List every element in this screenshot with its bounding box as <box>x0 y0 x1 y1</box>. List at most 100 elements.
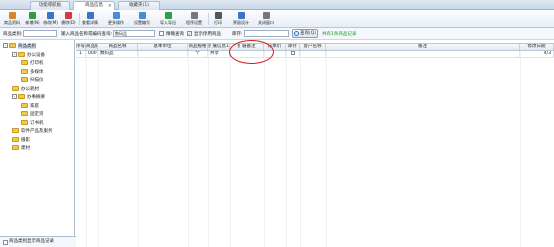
grid-line <box>300 51 301 247</box>
folder-icon <box>9 43 16 48</box>
stock-checkbox[interactable] <box>290 51 295 55</box>
folder-icon <box>18 51 25 57</box>
toolbar-button-label: 设置编号 <box>134 20 150 25</box>
tree-node[interactable]: 多媒体 <box>21 68 44 76</box>
edit-button[interactable]: 修改(M) <box>42 11 59 27</box>
more-icon <box>112 12 120 19</box>
annotation-circle <box>229 40 274 64</box>
tree-node-label: 办事摘要 <box>27 95 45 100</box>
category-tree: - 商品类别 - 办公设备 打印机 多媒体 扫描仪 办公耗材 - 办事摘要 家庭 固定资 订书机 软件产品… <box>0 40 75 236</box>
tree-node[interactable]: 扫描仪 <box>21 77 44 84</box>
tree-node[interactable]: 办公耗材 <box>12 85 39 93</box>
tree-node[interactable]: 订书机 <box>21 119 44 127</box>
show-records-checkbox[interactable] <box>3 240 8 245</box>
query-button[interactable]: 查询(Q) <box>292 29 318 38</box>
view-button[interactable]: 查看详情 <box>78 11 102 27</box>
table-cell <box>286 51 300 57</box>
toolbar-button-label: 程序设置 <box>186 20 202 25</box>
grid-line <box>86 51 87 247</box>
show-disabled-checkbox[interactable]: ✓ <box>187 31 192 36</box>
column-header[interactable]: 扩展信息1 <box>208 44 230 50</box>
close-tab-icon[interactable]: × <box>108 2 112 10</box>
grid-line <box>138 51 139 247</box>
table-cell: 共享 <box>208 51 230 57</box>
tree-node[interactable]: 建材 <box>12 145 30 152</box>
tree-node-label: 打印机 <box>30 61 44 66</box>
tree-node-label: 多媒体 <box>30 69 44 75</box>
toolbar: 商品资料 新增(N) 修改(M) 删除(D) 查看详情 更多操作 设置编号 导入导出 程序设置 打… <box>0 10 554 28</box>
table-cell: 数码品 <box>98 51 138 57</box>
exact-query-checkbox[interactable] <box>159 31 164 36</box>
column-header[interactable]: 库存 <box>286 44 300 50</box>
tree-node[interactable]: 家庭 <box>21 102 39 110</box>
delete-button[interactable]: 删除(D) <box>60 11 77 27</box>
tree-node[interactable]: 软件产品及服务 <box>12 128 53 135</box>
column-header[interactable]: 商品规格 <box>188 44 208 50</box>
import-export-button[interactable]: 导入导出 <box>156 11 180 27</box>
close-window-icon <box>262 12 270 19</box>
product-grid: 序号商品编码商品名称基本单位商品规格扩展信息1扩展备注成本价库存客户名称备注修改… <box>76 40 554 247</box>
column-header[interactable]: 客户名称 <box>300 44 326 50</box>
column-header[interactable]: 基本单位 <box>138 44 188 50</box>
grid-line <box>264 51 265 247</box>
tree-node-label: 订书机 <box>30 120 44 126</box>
column-header[interactable]: 备注 <box>326 44 520 50</box>
print-button[interactable]: 打印 <box>208 11 228 27</box>
column-header[interactable]: 序号 <box>76 44 86 50</box>
tree-node-label: 建材 <box>21 146 30 151</box>
table-row[interactable]: 10001数码品 个共享 4/3 <box>76 51 554 58</box>
add-icon <box>29 12 36 19</box>
tab-favorites[interactable]: 收藏夹(1) <box>118 1 160 10</box>
column-header[interactable]: 修改日期 <box>520 44 554 50</box>
close-window-button[interactable]: 关闭窗口 <box>254 11 278 27</box>
tree-node[interactable]: - 办公设备 <box>12 51 45 59</box>
column-header[interactable]: 商品名称 <box>98 44 138 50</box>
toolbar-button-label: 删除(D) <box>61 20 76 25</box>
design-button[interactable]: 界面设计 <box>230 11 252 27</box>
tree-node[interactable]: - 办事摘要 <box>12 94 45 101</box>
category-label: 商品类别: <box>3 32 23 37</box>
toolbar-button-label: 导入导出 <box>160 20 176 25</box>
search-input[interactable]: 数码品 <box>113 30 155 37</box>
query-button-label: 查询(Q) <box>300 31 317 36</box>
product-button[interactable]: 商品资料 <box>2 11 22 27</box>
tree-footer-label: 商品类别显示商品记录 <box>9 239 54 244</box>
search-value: 数码品 <box>115 31 127 36</box>
stock-label: 库存: <box>232 32 243 37</box>
delete-icon <box>65 12 72 19</box>
tab-bar: 功能導航板 商品信息 × 收藏夹(1) <box>0 0 554 11</box>
folder-icon <box>21 77 28 82</box>
toolbar-button-label: 修改(M) <box>43 20 58 25</box>
collapse-icon[interactable]: - <box>12 94 17 99</box>
collapse-icon[interactable]: - <box>3 43 8 48</box>
category-select[interactable] <box>23 30 57 37</box>
table-cell <box>326 51 520 57</box>
number-icon <box>138 12 146 19</box>
tree-node[interactable]: 打印机 <box>21 60 44 67</box>
tree-node-label: 办公设备 <box>27 52 45 58</box>
settings-icon <box>190 12 198 19</box>
search-label: 输入商品名称或编码查询: <box>61 32 113 37</box>
number-button[interactable]: 设置编号 <box>130 11 154 27</box>
tree-node[interactable]: 固定资 <box>21 111 44 118</box>
collapse-icon[interactable]: - <box>12 51 17 57</box>
tree-node-label: 办公耗材 <box>21 86 39 92</box>
more-button[interactable]: 更多操作 <box>104 11 128 27</box>
settings-button[interactable]: 程序设置 <box>182 11 206 27</box>
show-disabled-label: 显示停用商品 <box>194 32 221 37</box>
tree-node[interactable]: 摄影 <box>12 136 30 144</box>
column-header[interactable]: 商品编码 <box>86 44 98 50</box>
grid-line <box>286 51 287 247</box>
view-icon <box>86 12 94 19</box>
table-cell <box>138 51 188 57</box>
filter-bar: 商品类别: 输入商品名称或编码查询: 数码品 精确查询 ✓ 显示停用商品 库存:… <box>0 28 554 40</box>
toolbar-button-label: 新增(N) <box>25 20 40 25</box>
magnifier-icon <box>294 31 299 36</box>
add-button[interactable]: 新增(N) <box>24 11 41 27</box>
tab-label: 商品信息 <box>85 3 103 8</box>
tree-node[interactable]: - 商品类别 <box>3 43 36 50</box>
folder-icon <box>12 145 19 150</box>
tree-node-label: 软件产品及服务 <box>21 129 53 134</box>
stock-input[interactable] <box>244 30 289 37</box>
tab-feature-nav[interactable]: 功能導航板 <box>30 1 70 10</box>
